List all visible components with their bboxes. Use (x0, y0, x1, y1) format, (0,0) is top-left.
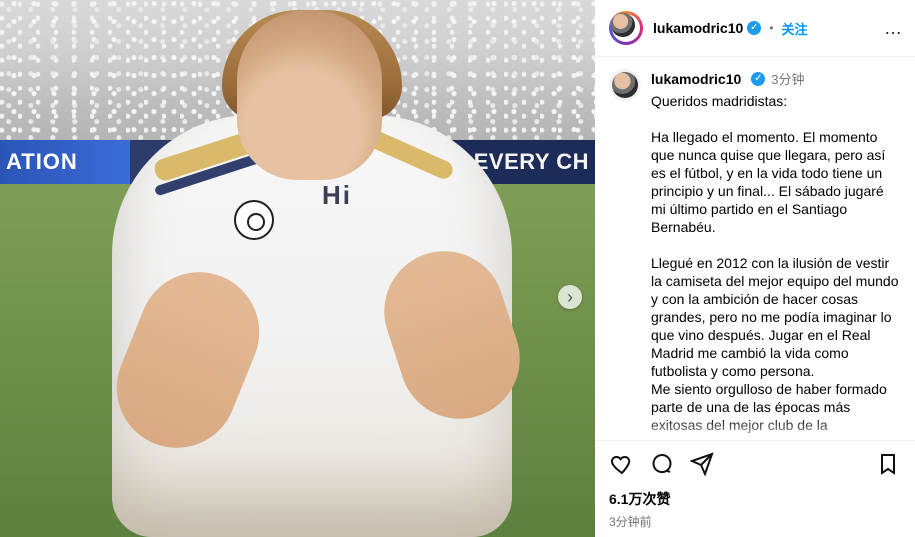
bookmark-icon (876, 452, 900, 481)
post-actions: 6.1万次赞 3分钟前 (595, 440, 915, 537)
more-options-button[interactable]: … (883, 18, 903, 39)
like-button[interactable] (609, 453, 635, 479)
instagram-post-modal: ATION SE EVERY CH Hi › lukamodric10 ✓ • … (0, 0, 915, 537)
separator-dot: • (769, 21, 774, 35)
caption-text: Queridos madridistas: Ha llegado el mome… (651, 93, 899, 433)
post-photo[interactable]: ATION SE EVERY CH Hi › (0, 0, 595, 537)
post-header: lukamodric10 ✓ • 关注 … (595, 0, 915, 57)
board-left-text: ATION (0, 140, 130, 184)
caption-author-avatar[interactable] (609, 69, 641, 101)
comment-icon (650, 452, 674, 481)
caption-block: lukamodric10 ✓ 3分钟 Queridos madridistas:… (595, 57, 915, 434)
post-sidebar: lukamodric10 ✓ • 关注 … lukamodric10 ✓ 3分钟… (595, 0, 915, 537)
comments-scroll-area[interactable]: lukamodric10 ✓ 3分钟 Queridos madridistas:… (595, 57, 915, 440)
author-username[interactable]: lukamodric10 (653, 20, 743, 36)
player: Hi (98, 10, 536, 537)
share-button[interactable] (689, 451, 715, 481)
player-head (237, 10, 382, 180)
send-icon (689, 451, 714, 481)
save-button[interactable] (875, 453, 901, 479)
heart-icon (610, 452, 634, 481)
caption-meta: lukamodric10 ✓ 3分钟 (651, 69, 901, 88)
shirt-sponsor: Hi (322, 180, 352, 210)
caption-column: lukamodric10 ✓ 3分钟 Queridos madridistas:… (651, 69, 901, 434)
follow-button[interactable]: 关注 (781, 19, 807, 38)
sleeve-badge (234, 200, 274, 240)
author-avatar-image (611, 13, 635, 37)
likes-count[interactable]: 6.1万次赞 (609, 489, 901, 509)
action-icons (609, 451, 901, 481)
caption-fade (595, 417, 915, 440)
comment-button[interactable] (649, 453, 675, 479)
verified-badge-icon: ✓ (751, 71, 766, 86)
author-avatar[interactable] (609, 11, 643, 45)
caption-username[interactable]: lukamodric10 (651, 71, 741, 87)
post-timestamp[interactable]: 3分钟前 (609, 513, 901, 530)
caption-author-avatar-image (612, 72, 638, 98)
chevron-right-icon: › (567, 287, 573, 307)
caption-time: 3分钟 (771, 72, 805, 87)
carousel-next-button[interactable]: › (558, 285, 582, 309)
verified-badge-icon: ✓ (747, 21, 762, 35)
